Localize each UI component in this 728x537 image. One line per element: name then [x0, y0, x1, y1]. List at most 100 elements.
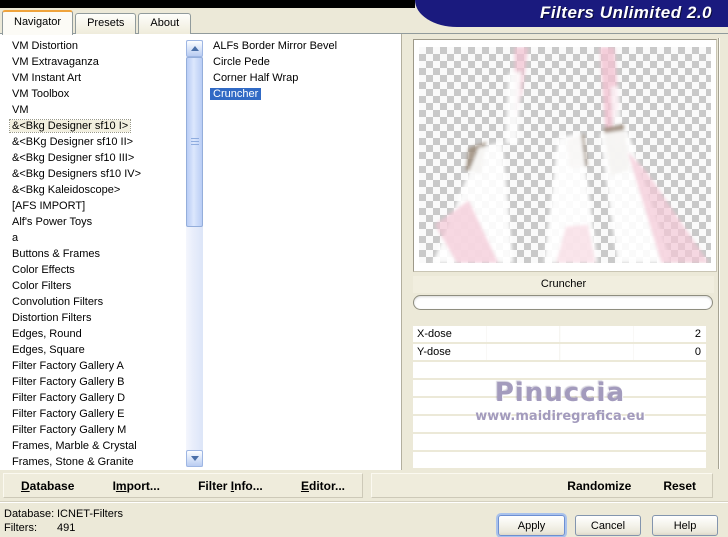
category-label: Filter Factory Gallery E [12, 408, 125, 420]
category-list-item[interactable]: Frames, Stone & Granite [2, 454, 185, 470]
category-list-item[interactable]: Buttons & Frames [2, 246, 185, 262]
empty-slider-slot [413, 380, 706, 396]
reset-button[interactable]: Reset [663, 479, 696, 493]
import-button[interactable]: Import... [113, 479, 160, 493]
tab-presets[interactable]: Presets [75, 13, 137, 34]
database-button[interactable]: Database [21, 479, 74, 493]
category-list[interactable]: VM Distortion VM Extravaganza VM Instant… [2, 38, 185, 470]
database-status-line: Database: ICNET-Filters [4, 507, 123, 521]
filter-list-item[interactable]: Corner Half Wrap [210, 70, 398, 86]
filter-list[interactable]: ALFs Border Mirror Bevel Circle Pede Cor… [210, 38, 398, 470]
editor-button[interactable]: Editor... [301, 479, 345, 493]
category-label: Frames, Marble & Crystal [12, 440, 137, 452]
category-label: Edges, Square [12, 344, 85, 356]
category-label: VM Distortion [12, 40, 79, 52]
category-label: &<Bkg Designer sf10 I> [8, 119, 132, 133]
category-list-item[interactable]: Edges, Square [2, 342, 185, 358]
filter-label: Cruncher [210, 88, 262, 100]
category-list-item[interactable]: Frames, Marble & Crystal [2, 438, 185, 454]
preview-image [419, 47, 711, 263]
category-list-item[interactable]: Convolution Filters [2, 294, 185, 310]
category-list-item[interactable]: Filter Factory Gallery A [2, 358, 185, 374]
category-label: Alf's Power Toys [12, 216, 93, 228]
category-list-item[interactable]: Color Filters [2, 278, 185, 294]
category-label: &<Bkg Designers sf10 IV> [12, 168, 142, 180]
category-list-item[interactable]: Filter Factory Gallery D [2, 390, 185, 406]
filter-list-item[interactable]: Circle Pede [210, 54, 398, 70]
tab-navigator[interactable]: Navigator [2, 10, 74, 35]
category-list-item[interactable]: &<Bkg Kaleidoscope> [2, 182, 185, 198]
slider-row[interactable]: Y-dose 0 [413, 344, 706, 360]
bottom-toolbar: Database Import... Filter Info... Editor… [0, 470, 728, 501]
category-label: Frames, Stone & Granite [12, 456, 134, 468]
category-list-item[interactable]: &<Bkg Designer sf10 I> [2, 118, 185, 134]
category-list-item[interactable]: Filter Factory Gallery B [2, 374, 185, 390]
category-label: VM [12, 104, 29, 116]
main-panel: VM Distortion VM Extravaganza VM Instant… [0, 33, 728, 471]
empty-slider-slot [413, 398, 706, 414]
label-part: nfo... [234, 478, 263, 493]
tab-about[interactable]: About [138, 13, 192, 34]
top-black-strip [0, 0, 415, 8]
category-list-item[interactable]: VM [2, 102, 185, 118]
slider-value: 0 [694, 346, 701, 358]
category-label: &<Bkg Designer sf10 III> [12, 152, 135, 164]
filter-label: Circle Pede [213, 56, 270, 68]
scroll-up-button[interactable] [186, 40, 203, 57]
category-list-item[interactable]: &<Bkg Designers sf10 IV> [2, 166, 185, 182]
empty-slider-slot [413, 434, 706, 450]
down-arrow-icon [190, 456, 199, 461]
filter-list-item[interactable]: Cruncher [210, 86, 398, 102]
category-list-item[interactable]: &<Bkg Designer sf10 III> [2, 150, 185, 166]
help-button[interactable]: Help [652, 515, 718, 536]
category-list-item[interactable]: Distortion Filters [2, 310, 185, 326]
category-list-item[interactable]: a [2, 230, 185, 246]
filter-label: ALFs Border Mirror Bevel [213, 40, 338, 52]
scrollbar-thumb[interactable] [186, 57, 203, 227]
app-title-banner: Filters Unlimited 2.0 [415, 0, 728, 27]
label-part: ditor... [308, 478, 345, 493]
apply-button[interactable]: Apply [498, 515, 565, 536]
category-list-item[interactable]: [AFS IMPORT] [2, 198, 185, 214]
category-list-item[interactable]: VM Instant Art [2, 70, 185, 86]
category-scrollbar[interactable] [186, 40, 203, 467]
empty-slider-slot [413, 452, 706, 468]
tab-bar: Navigator Presets About [2, 8, 193, 35]
category-list-item[interactable]: VM Extravaganza [2, 54, 185, 70]
tab-label: About [150, 17, 180, 29]
filters-label: Filters: [4, 522, 37, 534]
category-label: &<BKg Designer sf10 II> [12, 136, 134, 148]
category-label: Filter Factory Gallery D [12, 392, 126, 404]
category-list-item[interactable]: VM Distortion [2, 38, 185, 54]
category-list-item[interactable]: Edges, Round [2, 326, 185, 342]
preview-frame [413, 39, 717, 272]
category-list-item[interactable]: Filter Factory Gallery M [2, 422, 185, 438]
label-accel: D [21, 478, 30, 493]
filter-info-button[interactable]: Filter Info... [198, 479, 263, 493]
category-label: Distortion Filters [12, 312, 92, 324]
category-list-item[interactable]: &<BKg Designer sf10 II> [2, 134, 185, 150]
label-part: atabase [29, 478, 75, 493]
category-label: Color Effects [12, 264, 75, 276]
empty-slider-slots [413, 362, 706, 470]
slider-value: 2 [694, 328, 701, 340]
label-part: Filter [198, 478, 231, 493]
category-label: a [12, 232, 19, 244]
category-list-item[interactable]: Color Effects [2, 262, 185, 278]
category-label: VM Toolbox [12, 88, 70, 100]
empty-slider-slot [413, 416, 706, 432]
filter-list-item[interactable]: ALFs Border Mirror Bevel [210, 38, 398, 54]
category-list-item[interactable]: VM Toolbox [2, 86, 185, 102]
label-accel: E [300, 478, 309, 493]
category-label: Convolution Filters [12, 296, 104, 308]
scroll-down-button[interactable] [186, 450, 203, 467]
slider-row[interactable]: X-dose 2 [413, 326, 706, 342]
category-list-item[interactable]: Filter Factory Gallery E [2, 406, 185, 422]
preview-panel: Cruncher X-dose 2 Y-dose 0 Pinuccia www.… [401, 34, 728, 471]
category-label: Filter Factory Gallery B [12, 376, 125, 388]
category-list-item[interactable]: Alf's Power Toys [2, 214, 185, 230]
tab-label: Navigator [14, 16, 62, 28]
category-label: VM Extravaganza [12, 56, 99, 68]
randomize-button[interactable]: Randomize [567, 479, 631, 493]
cancel-button[interactable]: Cancel [575, 515, 641, 536]
